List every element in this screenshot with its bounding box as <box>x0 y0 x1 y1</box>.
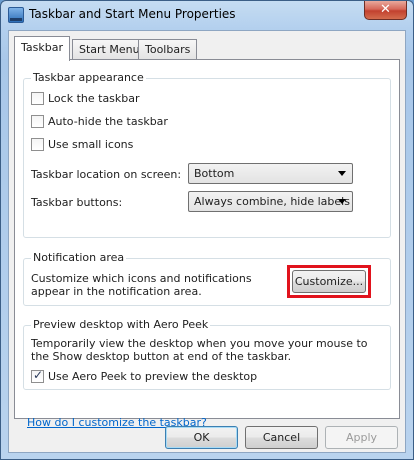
properties-dialog: Taskbar and Start Menu Properties ✕ Task… <box>0 0 414 460</box>
chevron-down-icon <box>338 171 346 176</box>
small-icons-label: Use small icons <box>48 138 134 151</box>
title-bar[interactable]: Taskbar and Start Menu Properties ✕ <box>1 1 413 29</box>
customize-button[interactable]: Customize... <box>292 270 366 293</box>
aero-peek-group: Preview desktop with Aero Peek Temporari… <box>23 318 391 390</box>
lock-taskbar-checkbox[interactable] <box>31 92 44 105</box>
group-title-appearance: Taskbar appearance <box>31 71 146 84</box>
window-title: Taskbar and Start Menu Properties <box>29 7 236 21</box>
tab-toolbars[interactable]: Toolbars <box>138 39 198 60</box>
aero-peek-row[interactable]: Use Aero Peek to preview the desktop <box>31 368 258 383</box>
location-dropdown[interactable]: Bottom <box>188 163 353 184</box>
auto-hide-row[interactable]: Auto-hide the taskbar <box>31 115 168 128</box>
taskbar-icon <box>8 7 24 23</box>
tab-taskbar[interactable]: Taskbar <box>14 36 70 61</box>
location-value: Bottom <box>194 167 235 180</box>
taskbar-tab-panel: Taskbar appearance Lock the taskbar Auto… <box>14 59 400 429</box>
group-title-notification: Notification area <box>31 251 127 264</box>
ok-button[interactable]: OK <box>165 426 238 449</box>
aero-peek-description: Temporarily view the desktop when you mo… <box>31 337 368 363</box>
aero-peek-checkbox[interactable] <box>31 368 44 383</box>
lock-taskbar-label: Lock the taskbar <box>48 92 140 105</box>
notification-description: Customize which icons and notifications … <box>31 272 252 298</box>
small-icons-row[interactable]: Use small icons <box>31 138 133 151</box>
taskbar-buttons-label: Taskbar buttons: <box>31 196 123 209</box>
notification-area-group: Notification area Customize which icons … <box>23 251 391 306</box>
group-title-aero-peek: Preview desktop with Aero Peek <box>31 318 211 331</box>
tab-start-menu[interactable]: Start Menu <box>72 39 147 60</box>
apply-button[interactable]: Apply <box>325 426 398 449</box>
taskbar-buttons-value: Always combine, hide labels <box>194 195 350 208</box>
aero-peek-label: Use Aero Peek to preview the desktop <box>48 370 258 383</box>
lock-taskbar-row[interactable]: Lock the taskbar <box>31 92 140 105</box>
small-icons-checkbox[interactable] <box>31 138 44 151</box>
auto-hide-checkbox[interactable] <box>31 115 44 128</box>
location-label: Taskbar location on screen: <box>31 168 182 181</box>
dialog-client-area: Taskbar Start Menu Toolbars Taskbar appe… <box>8 30 406 453</box>
taskbar-appearance-group: Taskbar appearance Lock the taskbar Auto… <box>23 71 391 238</box>
cancel-button[interactable]: Cancel <box>245 426 318 449</box>
taskbar-buttons-dropdown[interactable]: Always combine, hide labels <box>188 191 353 212</box>
auto-hide-label: Auto-hide the taskbar <box>48 115 168 128</box>
close-button[interactable]: ✕ <box>364 1 407 20</box>
chevron-down-icon <box>338 199 346 204</box>
